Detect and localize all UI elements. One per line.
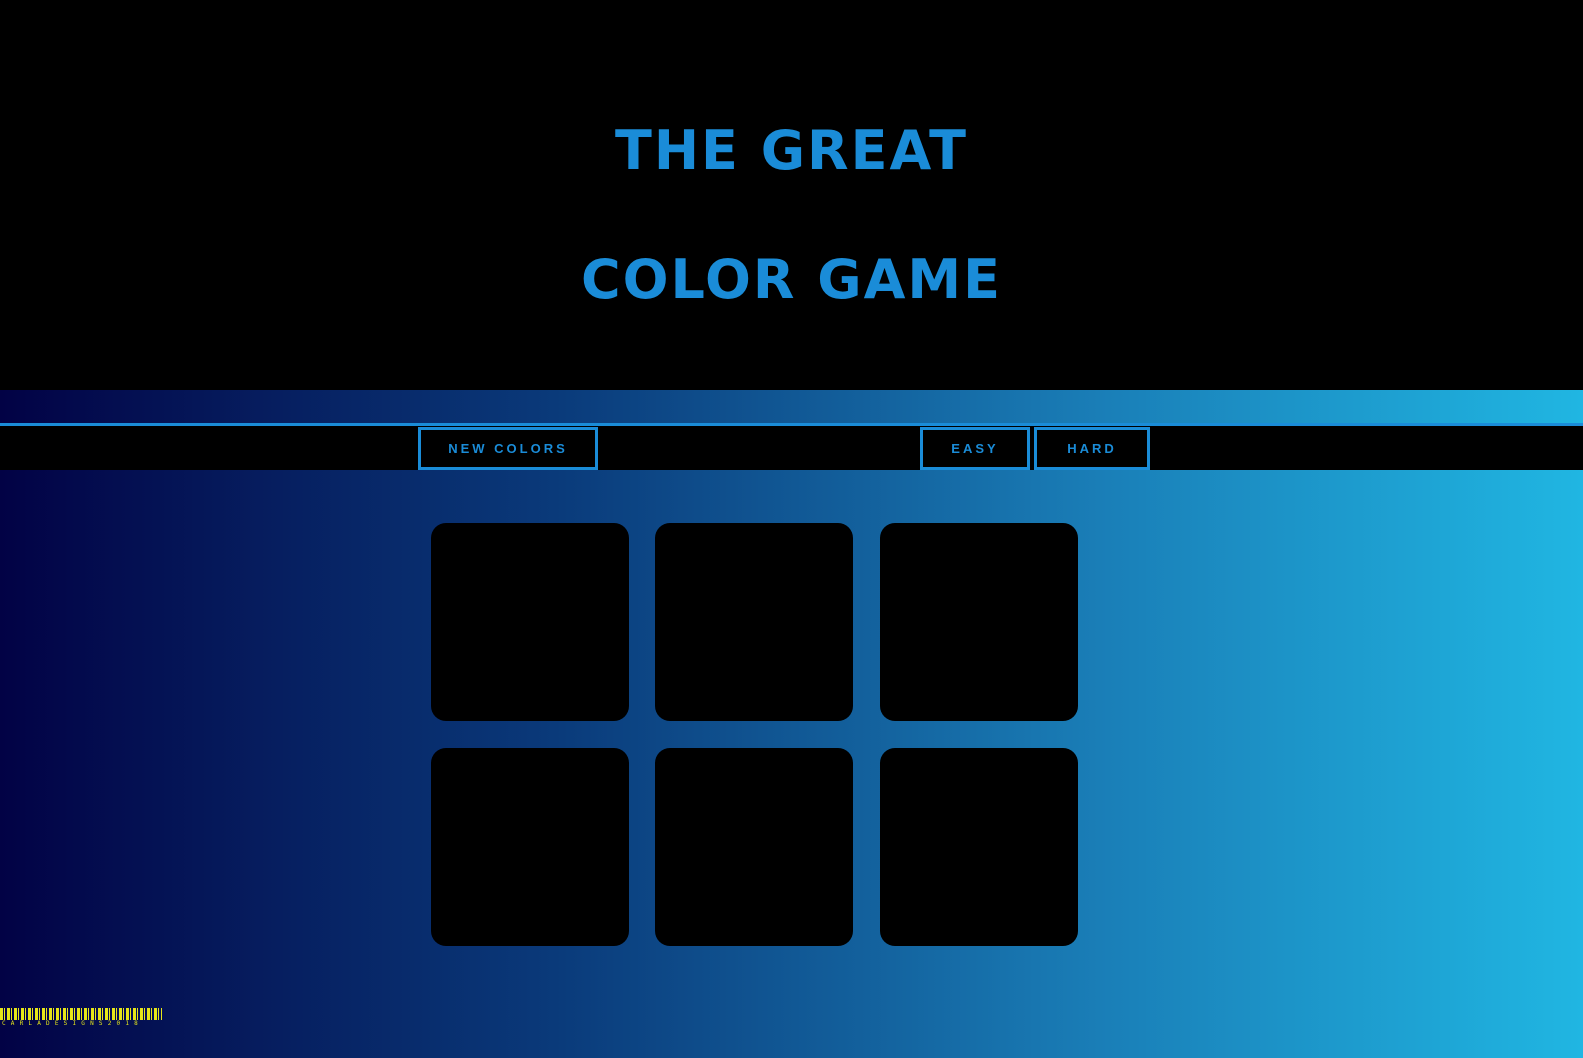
color-square-3[interactable] xyxy=(880,523,1078,721)
header: THE GREAT COLOR GAME xyxy=(0,0,1583,390)
control-bar xyxy=(0,423,1583,470)
color-square-6[interactable] xyxy=(880,748,1078,946)
barcode-icon xyxy=(0,1008,162,1020)
color-square-5[interactable] xyxy=(655,748,853,946)
color-square-2[interactable] xyxy=(655,523,853,721)
easy-mode-button[interactable]: EASY xyxy=(920,427,1030,470)
page-title-line-2: COLOR GAME xyxy=(580,248,1003,311)
page-title-line-1: THE GREAT xyxy=(615,119,968,182)
color-square-4[interactable] xyxy=(431,748,629,946)
designer-logo: CARLADESIGNS2018 xyxy=(0,1008,162,1028)
hard-mode-button[interactable]: HARD xyxy=(1034,427,1150,470)
new-colors-button[interactable]: NEW COLORS xyxy=(418,427,598,470)
designer-logo-text: CARLADESIGNS2018 xyxy=(2,1020,143,1027)
color-square-1[interactable] xyxy=(431,523,629,721)
